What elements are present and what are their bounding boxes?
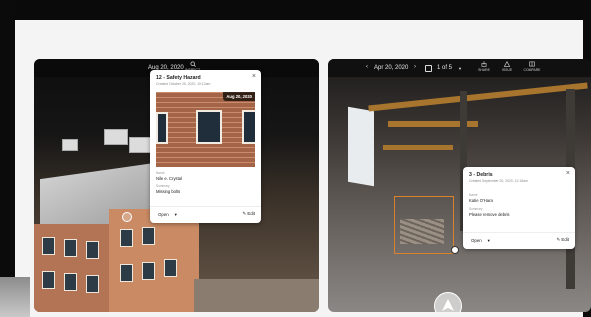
issue-card-debris: 3 - Debris Created September 20, 2020, 1… <box>463 167 575 249</box>
chevron-right-icon[interactable]: › <box>414 64 416 70</box>
issue-created: Created October 25, 2020, 10:12am <box>156 82 211 86</box>
summary-value: Please remove debris <box>469 212 510 217</box>
pencil-icon: ✎ <box>242 211 247 216</box>
building-window <box>164 259 177 277</box>
building-window <box>86 241 99 259</box>
location-pin[interactable] <box>122 212 132 222</box>
roof-unit <box>62 139 78 151</box>
status-value: Open <box>158 212 169 217</box>
edit-button[interactable]: ✎ Edit <box>243 211 256 217</box>
building-window <box>42 237 55 255</box>
building-window <box>120 264 133 282</box>
edit-button[interactable]: ✎ Edit <box>557 237 570 243</box>
frame-left <box>0 0 15 317</box>
status-dropdown[interactable]: Open ▼ <box>155 211 181 218</box>
floor-background <box>0 277 30 317</box>
warning-icon <box>504 61 510 67</box>
inspect-icon <box>190 61 196 67</box>
share-label: SHARE <box>478 68 490 72</box>
share-icon <box>481 61 487 67</box>
frame-top <box>0 0 591 20</box>
roof-unit <box>104 129 128 145</box>
issue-title: 12 - Safety Hazard <box>156 75 201 81</box>
navigation-arrow-icon <box>442 299 454 311</box>
building-side-wall <box>109 209 199 312</box>
photo-window <box>196 110 222 144</box>
issue-label: ISSUE <box>501 68 513 72</box>
status-value: Open <box>471 238 482 243</box>
chevron-down-icon: ▼ <box>486 238 491 243</box>
edit-label: Edit <box>247 211 255 216</box>
compare-button[interactable]: COMPARE <box>521 61 543 72</box>
debris-pile <box>400 219 444 244</box>
issue-photo[interactable]: Aug 20, 2020 <box>156 92 255 167</box>
issue-card-safety-hazard: 12 - Safety Hazard Created October 25, 2… <box>150 70 261 223</box>
capture-date[interactable]: Apr 20, 2020 <box>374 65 408 71</box>
building-window <box>64 273 77 291</box>
issue-button[interactable]: ISSUE <box>498 61 516 72</box>
viewer-toolbar: ‹ Apr 20, 2020 › 1 of 5 ▼ SHARE ISSUE CO… <box>328 59 591 77</box>
building-window <box>120 229 133 247</box>
pencil-icon: ✎ <box>556 237 561 242</box>
assignee-value: Nile e. Crystal <box>156 176 183 181</box>
photo-window <box>156 112 168 144</box>
summary-label: Summary <box>469 207 483 211</box>
issue-card-footer: Open ▼ ✎ Edit <box>463 232 575 249</box>
building-window <box>142 262 155 280</box>
chevron-down-icon[interactable]: ▼ <box>458 66 462 71</box>
share-button[interactable]: SHARE <box>475 61 493 72</box>
ceiling-beam <box>368 82 588 112</box>
navigate-forward-button[interactable] <box>434 292 462 312</box>
issue-created: Created September 20, 2020, 12:15am <box>469 179 528 183</box>
issue-card-footer: Open ▼ ✎ Edit <box>150 206 261 223</box>
assignee-label: Name <box>469 193 478 197</box>
summary-label: Summary <box>156 184 170 188</box>
status-dropdown[interactable]: Open ▼ <box>468 237 494 244</box>
building-window <box>142 227 155 245</box>
summary-value: Missing bolts <box>156 189 181 194</box>
building-window <box>86 275 99 293</box>
ceiling-beam <box>383 145 453 150</box>
photo-window <box>242 110 255 144</box>
building-window <box>64 239 77 257</box>
edit-label: Edit <box>561 237 569 242</box>
close-icon[interactable]: × <box>252 73 256 80</box>
bright-window <box>348 106 374 187</box>
assignee-value: Katie O'Hara <box>469 198 493 203</box>
assignee-label: Name <box>156 171 165 175</box>
page-indicator[interactable]: 1 of 5 <box>437 65 452 71</box>
compare-icon <box>529 61 535 67</box>
issue-title: 3 - Debris <box>469 172 493 178</box>
chevron-down-icon: ▼ <box>173 212 178 217</box>
issue-anchor-dot[interactable] <box>451 246 459 254</box>
compare-label: COMPARE <box>523 68 541 72</box>
street <box>194 279 319 312</box>
close-icon[interactable]: × <box>566 170 570 177</box>
building-window <box>42 271 55 289</box>
calendar-icon[interactable] <box>425 65 432 72</box>
chevron-left-icon[interactable]: ‹ <box>366 64 368 70</box>
photo-date-badge: Aug 20, 2020 <box>223 92 255 101</box>
